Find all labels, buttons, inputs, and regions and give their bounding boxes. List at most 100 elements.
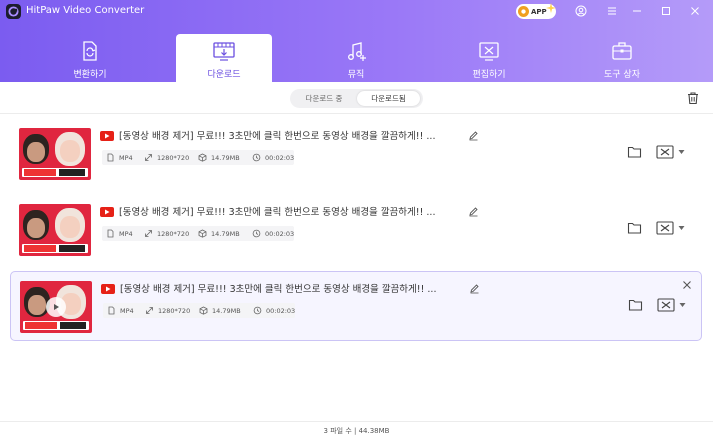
video-meta: MP4 1280*720 14.79MB 00:02:03 <box>102 150 294 165</box>
tab-download-label: 다운로드 <box>207 70 241 80</box>
user-icon <box>575 5 587 17</box>
format-info: MP4 <box>107 305 134 316</box>
rename-pencil-icon[interactable] <box>469 283 480 294</box>
video-meta: MP4 1280*720 14.79MB 00:02:03 <box>102 226 294 241</box>
format-value: MP4 <box>120 306 134 315</box>
edit-video-icon <box>479 42 499 61</box>
resize-icon <box>146 307 153 314</box>
video-thumbnail <box>19 128 91 180</box>
tab-convert-label: 변환하기 <box>73 70 107 80</box>
tab-toolbox-label: 도구 상자 <box>604 70 640 80</box>
box-icon <box>198 153 207 162</box>
sparkle-icon <box>546 3 556 13</box>
size-info: 14.79MB <box>198 152 240 163</box>
maximize-icon <box>662 7 670 15</box>
tab-music-label: 뮤직 <box>347 70 365 80</box>
clock-icon <box>252 229 261 238</box>
video-thumbnail <box>20 281 92 333</box>
convert-video-icon[interactable] <box>655 219 675 237</box>
convert-video-icon[interactable] <box>656 296 676 314</box>
video-thumbnail <box>19 204 91 256</box>
film-download-icon <box>213 42 235 61</box>
duration-value: 00:02:03 <box>265 153 295 162</box>
file-summary: 3 파일 수 | 44.38MB <box>323 427 390 435</box>
close-window-button[interactable] <box>686 3 704 19</box>
resolution-info: 1280*720 <box>144 228 189 239</box>
maximize-button[interactable] <box>657 3 675 19</box>
file-icon <box>107 153 114 162</box>
download-item[interactable]: [동영상 배경 제거] 무료!!! 3초만에 클릭 한번으로 동영상 배경을 깔… <box>10 119 702 189</box>
status-bar: 3 파일 수 | 44.38MB <box>0 421 713 440</box>
tab-toolbox[interactable]: 도구 상자 <box>574 34 670 82</box>
app-header: HitPaw Video Converter APP 변환하기 다운로드 뮤직 … <box>0 0 713 82</box>
close-icon <box>691 7 699 15</box>
open-folder-icon[interactable] <box>627 145 642 159</box>
resize-icon <box>145 230 152 237</box>
clock-icon <box>252 153 261 162</box>
file-icon <box>107 229 114 238</box>
format-value: MP4 <box>119 229 133 238</box>
tab-edit[interactable]: 편집하기 <box>441 34 537 82</box>
open-folder-icon[interactable] <box>627 221 642 235</box>
resolution-info: 1280*720 <box>145 305 190 316</box>
chevron-down-icon[interactable] <box>678 225 685 231</box>
size-info: 14.79MB <box>199 305 241 316</box>
app-circle-icon <box>518 6 529 17</box>
app-title: HitPaw Video Converter <box>26 5 145 16</box>
remove-item-icon[interactable] <box>682 280 692 290</box>
downloaded-tab[interactable]: 다운로드됨 <box>357 91 420 106</box>
video-title: [동영상 배경 제거] 무료!!! 3초만에 클릭 한번으로 동영상 배경을 깔… <box>119 207 436 218</box>
duration-info: 00:02:03 <box>253 305 295 316</box>
hamburger-icon <box>608 7 616 15</box>
resolution-value: 1280*720 <box>157 153 190 162</box>
tab-edit-label: 편집하기 <box>472 70 506 80</box>
minimize-icon <box>633 10 641 12</box>
title-bar: HitPaw Video Converter APP <box>0 0 713 24</box>
youtube-icon <box>100 207 114 217</box>
menu-button[interactable] <box>603 3 621 19</box>
size-info: 14.79MB <box>198 228 240 239</box>
resize-icon <box>145 154 152 161</box>
app-logo-icon <box>6 4 21 19</box>
resolution-value: 1280*720 <box>158 306 191 315</box>
youtube-icon <box>101 284 115 294</box>
duration-info: 00:02:03 <box>252 228 294 239</box>
play-icon[interactable] <box>46 297 66 317</box>
tab-music[interactable]: 뮤직 <box>308 34 404 82</box>
download-status-toggle: 다운로드 중 다운로드됨 <box>290 89 423 108</box>
delete-all-icon[interactable] <box>686 91 700 105</box>
tab-download[interactable]: 다운로드 <box>176 34 272 82</box>
resolution-info: 1280*720 <box>144 152 189 163</box>
clock-icon <box>253 306 262 315</box>
minimize-button[interactable] <box>628 3 646 19</box>
format-value: MP4 <box>119 153 133 162</box>
duration-info: 00:02:03 <box>252 152 294 163</box>
duration-value: 00:02:03 <box>266 306 296 315</box>
size-value: 14.79MB <box>211 153 240 162</box>
format-info: MP4 <box>106 228 133 239</box>
chevron-down-icon[interactable] <box>678 149 685 155</box>
toolbox-icon <box>612 42 632 60</box>
video-title: [동영상 배경 제거] 무료!!! 3초만에 클릭 한번으로 동영상 배경을 깔… <box>120 284 437 295</box>
downloading-tab[interactable]: 다운로드 중 <box>293 91 355 106</box>
download-item[interactable]: [동영상 배경 제거] 무료!!! 3초만에 클릭 한번으로 동영상 배경을 깔… <box>10 271 702 341</box>
box-icon <box>198 229 207 238</box>
music-add-icon <box>348 42 366 61</box>
rename-pencil-icon[interactable] <box>468 130 479 141</box>
file-icon <box>108 306 115 315</box>
youtube-icon <box>100 131 114 141</box>
convert-video-icon[interactable] <box>655 143 675 161</box>
account-button[interactable] <box>572 3 590 19</box>
size-value: 14.79MB <box>212 306 241 315</box>
chevron-down-icon[interactable] <box>679 302 686 308</box>
open-folder-icon[interactable] <box>628 298 643 312</box>
rename-pencil-icon[interactable] <box>468 206 479 217</box>
box-icon <box>199 306 208 315</box>
duration-value: 00:02:03 <box>265 229 295 238</box>
tab-convert[interactable]: 변환하기 <box>42 34 138 82</box>
app-badge-label: APP <box>531 7 547 16</box>
resolution-value: 1280*720 <box>157 229 190 238</box>
download-item[interactable]: [동영상 배경 제거] 무료!!! 3초만에 클릭 한번으로 동영상 배경을 깔… <box>10 195 702 265</box>
convert-file-icon <box>83 41 97 61</box>
video-meta: MP4 1280*720 14.79MB 00:02:03 <box>103 303 295 318</box>
